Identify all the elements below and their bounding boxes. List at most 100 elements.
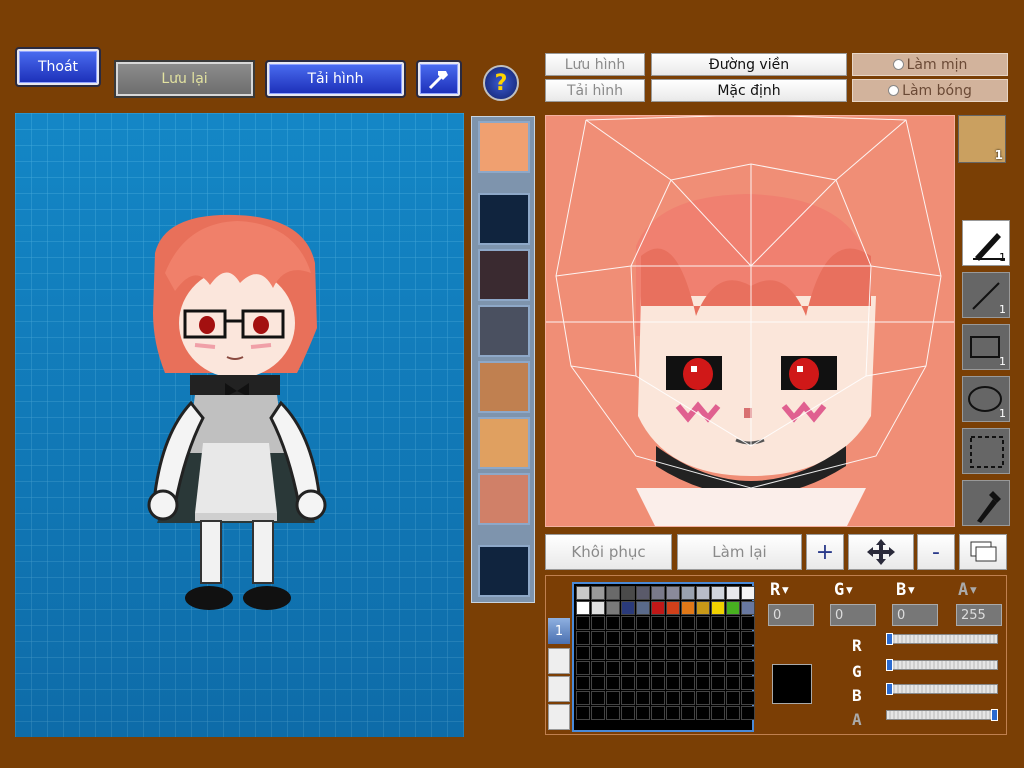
palette-swatch[interactable]: [681, 586, 695, 600]
avatar[interactable]: 1: [958, 115, 1006, 163]
g-slider-knob[interactable]: [886, 659, 893, 671]
palette-swatch[interactable]: [636, 661, 650, 675]
b-value-field[interactable]: 0: [892, 604, 938, 626]
palette-swatch[interactable]: [636, 631, 650, 645]
palette-swatch[interactable]: [621, 706, 635, 720]
palette-swatch[interactable]: [636, 601, 650, 615]
b-slider[interactable]: [886, 683, 998, 695]
palette-tab-4[interactable]: [548, 704, 570, 730]
palette-swatch[interactable]: [576, 706, 590, 720]
palette-swatch[interactable]: [591, 661, 605, 675]
palette-swatch[interactable]: [651, 586, 665, 600]
palette-swatch[interactable]: [576, 661, 590, 675]
palette-swatch[interactable]: [591, 706, 605, 720]
redo-button[interactable]: Làm lại: [677, 534, 802, 570]
palette-swatch[interactable]: [681, 661, 695, 675]
palette-swatch[interactable]: [726, 586, 740, 600]
load-image-button[interactable]: Tải hình: [545, 79, 645, 102]
palette-swatch[interactable]: [696, 691, 710, 705]
palette-swatch[interactable]: [621, 676, 635, 690]
palette-swatch[interactable]: [651, 706, 665, 720]
palette-swatch[interactable]: [651, 661, 665, 675]
palette-swatch[interactable]: [636, 706, 650, 720]
palette-swatch[interactable]: [621, 646, 635, 660]
palette-swatch[interactable]: [576, 646, 590, 660]
palette-swatch[interactable]: [606, 631, 620, 645]
palette-swatch[interactable]: [711, 616, 725, 630]
palette-swatch[interactable]: [726, 691, 740, 705]
palette-swatch[interactable]: [741, 706, 755, 720]
palette-swatch[interactable]: [681, 601, 695, 615]
thumbnail-face[interactable]: [478, 121, 530, 173]
face-edit-canvas[interactable]: [545, 115, 955, 527]
palette-swatch[interactable]: [651, 646, 665, 660]
palette-swatch[interactable]: [591, 631, 605, 645]
palette-swatch[interactable]: [621, 661, 635, 675]
ellipse-tool[interactable]: 1: [962, 376, 1010, 422]
palette-swatch[interactable]: [591, 676, 605, 690]
palette-swatch[interactable]: [681, 706, 695, 720]
palette-tab-2[interactable]: [548, 648, 570, 674]
palette-swatch[interactable]: [636, 616, 650, 630]
palette-swatch[interactable]: [681, 616, 695, 630]
restore-button[interactable]: Khôi phục: [545, 534, 672, 570]
layer-button[interactable]: [959, 534, 1007, 570]
save-image-button[interactable]: Lưu hình: [545, 53, 645, 76]
palette-swatch[interactable]: [726, 661, 740, 675]
palette-swatch[interactable]: [576, 601, 590, 615]
palette-swatch[interactable]: [606, 601, 620, 615]
r-channel-dropdown[interactable]: R▾: [770, 580, 790, 600]
palette-swatch[interactable]: [591, 601, 605, 615]
palette-swatch[interactable]: [696, 586, 710, 600]
palette-swatch[interactable]: [651, 601, 665, 615]
palette-swatch[interactable]: [666, 661, 680, 675]
palette-swatch[interactable]: [681, 676, 695, 690]
select-tool[interactable]: [962, 428, 1010, 474]
palette-swatch[interactable]: [666, 601, 680, 615]
palette-swatch[interactable]: [591, 586, 605, 600]
palette-swatch[interactable]: [696, 601, 710, 615]
r-value-field[interactable]: 0: [768, 604, 814, 626]
rectangle-tool[interactable]: 1: [962, 324, 1010, 370]
palette-swatch[interactable]: [681, 691, 695, 705]
palette-swatch[interactable]: [711, 661, 725, 675]
palette-swatch[interactable]: [606, 586, 620, 600]
palette-swatch[interactable]: [681, 631, 695, 645]
palette-tab-1[interactable]: 1: [548, 618, 570, 644]
palette-swatch[interactable]: [606, 646, 620, 660]
pen-tool[interactable]: 1: [962, 220, 1010, 266]
palette-swatch[interactable]: [741, 616, 755, 630]
palette-swatch[interactable]: [711, 646, 725, 660]
palette-swatch[interactable]: [726, 601, 740, 615]
palette-swatch[interactable]: [606, 676, 620, 690]
palette-swatch[interactable]: [711, 601, 725, 615]
palette-swatch[interactable]: [576, 586, 590, 600]
thumbnail-empty[interactable]: [478, 545, 530, 597]
shade-radio[interactable]: Làm bóng: [852, 79, 1008, 102]
palette-swatch[interactable]: [621, 586, 635, 600]
thumbnail-outfit[interactable]: [478, 305, 530, 357]
palette-swatch[interactable]: [726, 631, 740, 645]
palette-swatch[interactable]: [726, 706, 740, 720]
r-slider[interactable]: [886, 633, 998, 645]
palette-swatch[interactable]: [606, 661, 620, 675]
a-slider-knob[interactable]: [991, 709, 998, 721]
palette-swatch[interactable]: [621, 601, 635, 615]
a-slider[interactable]: [886, 709, 998, 721]
r-slider-knob[interactable]: [886, 633, 893, 645]
palette-swatch[interactable]: [666, 676, 680, 690]
g-value-field[interactable]: 0: [830, 604, 876, 626]
palette-swatch[interactable]: [591, 691, 605, 705]
eyedropper-tool[interactable]: [962, 480, 1010, 526]
zoom-in-button[interactable]: +: [806, 534, 844, 570]
palette-swatch[interactable]: [726, 616, 740, 630]
palette-swatch[interactable]: [576, 691, 590, 705]
palette-swatch[interactable]: [621, 631, 635, 645]
palette-swatch[interactable]: [576, 676, 590, 690]
palette-swatch[interactable]: [651, 631, 665, 645]
b-channel-dropdown[interactable]: B▾: [896, 580, 916, 600]
palette-swatch[interactable]: [696, 646, 710, 660]
move-button[interactable]: [848, 534, 914, 570]
palette-swatch[interactable]: [696, 661, 710, 675]
palette-swatch[interactable]: [621, 616, 635, 630]
